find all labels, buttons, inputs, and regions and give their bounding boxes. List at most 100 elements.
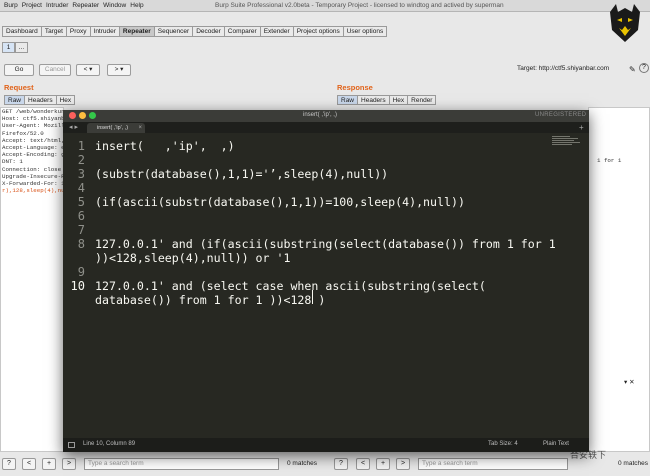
code-line: 1 insert( ,'ip', ,) [63, 139, 589, 153]
text-cursor [312, 290, 313, 304]
cancel-button[interactable]: Cancel [39, 64, 71, 76]
request-line: X-Forwarded-For: 1 [2, 180, 64, 188]
response-search-help-button[interactable]: ? [334, 458, 348, 470]
title-bar: Burp Project Intruder Repeater Window He… [0, 0, 650, 12]
line-text: 127.0.0.1' and (select case when ascii(s… [95, 279, 486, 293]
editor-status-bar: Line 10, Column 89 Tab Size: 4 Plain Tex… [63, 438, 589, 452]
code-line: 3 (substr(database(),1,1)='’,sleep(4),nu… [63, 167, 589, 181]
request-search-prev-button[interactable]: < [22, 458, 36, 470]
code-line: 10 127.0.0.1' and (select case when asci… [63, 279, 589, 293]
response-snippet: 1 for 1 [597, 157, 622, 164]
line-number: 10 [70, 279, 85, 293]
code-line: 2 [63, 153, 589, 167]
maximize-window-icon[interactable] [89, 112, 96, 119]
request-search-add-button[interactable]: + [42, 458, 56, 470]
close-window-icon[interactable] [69, 112, 76, 119]
request-line: r),128,sleep(4),nul [2, 187, 64, 195]
editor-window-title: insert( ,'ip', ,) [303, 112, 337, 118]
request-search-matches: 0 matches [287, 460, 317, 467]
editor-title-bar: insert( ,'ip', ,) [63, 110, 589, 122]
repeater-subtabs: 1 ... [2, 42, 28, 53]
code-line: 6 [63, 209, 589, 223]
tab-intruder[interactable]: Intruder [89, 26, 119, 37]
editor-tab-bar: ◂ ▸ insert( ,'ip', ,) × + [63, 122, 589, 133]
target-label: Target: http://ctf5.shiyanbar.com [517, 65, 610, 72]
request-line: GET /web/wonderkun/ [2, 108, 64, 115]
editor-tab[interactable]: insert( ,'ip', ,) × [87, 123, 145, 133]
menu-window[interactable]: Window [103, 2, 126, 9]
line-number: 3 [77, 167, 85, 181]
code-line: 4 [63, 181, 589, 195]
code-line: 9 [63, 265, 589, 279]
line-number: 5 [77, 195, 85, 209]
code-line: 8 127.0.0.1' and (if(ascii(substring(sel… [63, 237, 589, 251]
panel-toggle-icon[interactable] [68, 442, 75, 448]
tab-sequencer[interactable]: Sequencer [153, 26, 193, 37]
menu-help[interactable]: Help [130, 2, 143, 9]
response-search-matches: 0 matches [618, 460, 648, 467]
request-line: Firefox/52.0 [2, 129, 44, 137]
text-editor-window: insert( ,'ip', ,) ◂ ▸ insert( ,'ip', ,) … [63, 110, 589, 452]
response-tabs: Raw Headers Hex Render [337, 95, 437, 105]
response-tab-headers[interactable]: Headers [357, 95, 389, 105]
line-text: (if(ascii(substr(database(),1,1))=100,sl… [95, 195, 465, 209]
menu-project[interactable]: Project [22, 2, 42, 9]
line-number: 6 [77, 209, 85, 223]
menu-intruder[interactable]: Intruder [46, 2, 68, 9]
go-button[interactable]: Go [4, 64, 34, 76]
response-tab-render[interactable]: Render [407, 95, 437, 105]
request-line: Accept-Language: e [2, 144, 64, 152]
tab-size-indicator[interactable]: Tab Size: 4 [488, 441, 518, 447]
minimize-window-icon[interactable] [79, 112, 86, 119]
window-title: Burp Suite Professional v2.0beta - Tempo… [215, 2, 504, 9]
response-search-input[interactable]: Type a search term [418, 458, 568, 470]
syntax-indicator[interactable]: Plain Text [543, 441, 569, 447]
line-text: database()) from 1 for 1 ))<128 ) [95, 293, 326, 307]
subtab-1[interactable]: 1 [2, 42, 15, 53]
request-search-input[interactable]: Type a search term [84, 458, 279, 470]
request-tab-raw[interactable]: Raw [4, 95, 25, 105]
code-line: 5 (if(ascii(substr(database(),1,1))=100,… [63, 195, 589, 209]
help-icon[interactable]: ? [639, 63, 649, 73]
subtab-new[interactable]: ... [15, 42, 28, 53]
pencil-icon[interactable]: ✎ [629, 65, 636, 74]
tab-comparer[interactable]: Comparer [223, 26, 260, 37]
response-tab-hex[interactable]: Hex [388, 95, 408, 105]
request-title: Request [4, 83, 34, 92]
tab-decoder[interactable]: Decoder [192, 26, 224, 37]
tab-proxy[interactable]: Proxy [65, 26, 90, 37]
line-text: (substr(database(),1,1)='’,sleep(4),null… [95, 167, 389, 181]
response-search-next-button[interactable]: > [396, 458, 410, 470]
response-tab-raw[interactable]: Raw [337, 95, 358, 105]
response-search-add-button[interactable]: + [376, 458, 390, 470]
request-search-help-button[interactable]: ? [2, 458, 16, 470]
request-tab-hex[interactable]: Hex [55, 95, 76, 105]
tab-target[interactable]: Target [40, 26, 66, 37]
line-number: 7 [77, 223, 85, 237]
request-search-next-button[interactable]: > [62, 458, 76, 470]
response-viewer[interactable]: 1 for 1 [588, 107, 650, 452]
request-search-bar: ? < + > Type a search term 0 matches [0, 458, 330, 472]
tab-user-options[interactable]: User options [342, 26, 388, 37]
new-tab-icon[interactable]: + [579, 123, 584, 132]
minimap[interactable] [552, 136, 582, 150]
tab-extender[interactable]: Extender [259, 26, 293, 37]
back-button[interactable]: < ▾ [76, 64, 100, 76]
menu-repeater[interactable]: Repeater [72, 2, 99, 9]
tab-project-options[interactable]: Project options [292, 26, 343, 37]
code-line: ))<128,sleep(4),null)) or '1 [63, 251, 589, 265]
request-tab-headers[interactable]: Headers [24, 95, 56, 105]
request-tabs: Raw Headers Hex [4, 95, 76, 105]
response-close-icon[interactable]: ▾ ✕ [624, 378, 635, 386]
menu-burp[interactable]: Burp [4, 2, 18, 9]
line-text: insert( ,'ip', ,) [95, 139, 235, 153]
request-editor[interactable]: GET /web/wonderkun/ Host: ctf5.shiyanb U… [0, 107, 64, 452]
response-search-prev-button[interactable]: < [356, 458, 370, 470]
tab-nav-arrows-icon[interactable]: ◂ ▸ [69, 123, 78, 131]
request-line: Host: ctf5.shiyanb [2, 115, 64, 123]
forward-button[interactable]: > ▾ [107, 64, 131, 76]
unregistered-label: UNREGISTERED [535, 112, 587, 118]
tab-dashboard[interactable]: Dashboard [2, 26, 41, 37]
tab-repeater[interactable]: Repeater [118, 26, 154, 37]
tab-close-icon[interactable]: × [138, 123, 142, 133]
